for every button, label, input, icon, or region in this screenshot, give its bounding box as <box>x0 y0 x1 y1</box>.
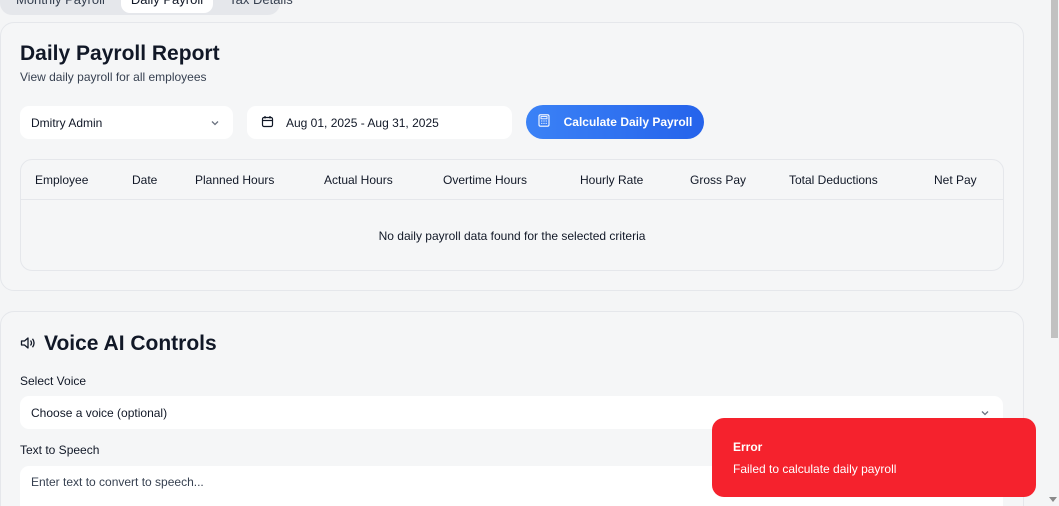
date-range-value: Aug 01, 2025 - Aug 31, 2025 <box>286 115 439 130</box>
page-subtitle: View daily payroll for all employees <box>20 70 207 84</box>
scrollbar-thumb[interactable] <box>1051 0 1058 338</box>
calculator-icon <box>538 114 550 130</box>
column-header-overtime-hours[interactable]: Overtime Hours <box>443 173 527 187</box>
column-header-total-deductions[interactable]: Total Deductions <box>789 173 878 187</box>
employee-select-value: Dmitry Admin <box>31 115 103 130</box>
daily-payroll-card: Daily Payroll Report View daily payroll … <box>0 22 1024 291</box>
tab-monthly-payroll[interactable]: Monthly Payroll <box>6 0 115 13</box>
toast-message: Failed to calculate daily payroll <box>733 462 897 476</box>
column-header-actual-hours[interactable]: Actual Hours <box>324 173 393 187</box>
chevron-down-icon <box>979 407 991 419</box>
select-voice-label: Select Voice <box>20 374 87 388</box>
calculate-daily-payroll-button[interactable]: Calculate Daily Payroll <box>526 105 704 139</box>
column-header-planned-hours[interactable]: Planned Hours <box>195 173 274 187</box>
column-header-employee[interactable]: Employee <box>35 173 88 187</box>
page-title: Daily Payroll Report <box>20 42 220 65</box>
column-header-gross-pay[interactable]: Gross Pay <box>690 173 746 187</box>
payroll-table: Employee Date Planned Hours Actual Hours… <box>20 159 1004 271</box>
date-range-picker[interactable]: Aug 01, 2025 - Aug 31, 2025 <box>247 106 512 139</box>
table-empty-message: No daily payroll data found for the sele… <box>378 229 646 243</box>
calendar-icon <box>261 115 274 131</box>
column-header-hourly-rate[interactable]: Hourly Rate <box>580 173 643 187</box>
voice-title-text: Voice AI Controls <box>44 332 217 355</box>
employee-select[interactable]: Dmitry Admin <box>20 106 233 139</box>
chevron-down-icon <box>209 117 221 129</box>
tab-daily-payroll[interactable]: Daily Payroll <box>120 0 214 13</box>
calculate-button-label: Calculate Daily Payroll <box>563 115 693 129</box>
payroll-tabs: Monthly Payroll Daily Payroll Tax Detail… <box>0 0 293 15</box>
toast-title: Error <box>733 440 763 454</box>
error-toast: Error Failed to calculate daily payroll <box>712 418 1036 497</box>
text-to-speech-label: Text to Speech <box>20 443 100 457</box>
table-header: Employee Date Planned Hours Actual Hours… <box>21 160 1003 200</box>
voice-select-value: Choose a voice (optional) <box>31 405 168 420</box>
tab-tax-details[interactable]: Tax Details <box>219 0 303 13</box>
page-scrollbar[interactable] <box>1049 0 1059 506</box>
column-header-date[interactable]: Date <box>132 173 157 187</box>
speaker-icon <box>20 332 36 356</box>
voice-section-title: Voice AI Controls <box>20 332 217 356</box>
column-header-net-pay[interactable]: Net Pay <box>934 173 977 187</box>
scroll-down-arrow-icon[interactable] <box>1049 497 1057 502</box>
